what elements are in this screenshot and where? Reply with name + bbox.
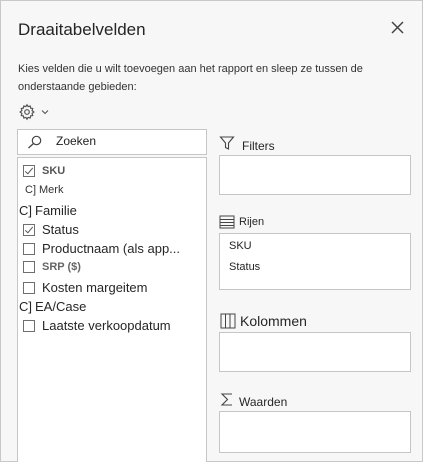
columns-icon xyxy=(220,313,236,329)
field-prefix-merk: C] xyxy=(25,184,36,196)
field-checkbox-laatste-verkoopdatum[interactable] xyxy=(23,319,35,332)
close-button[interactable] xyxy=(387,17,409,39)
values-drop-area[interactable] xyxy=(219,411,411,453)
field-item-familie[interactable]: C] Familie xyxy=(19,203,77,218)
columns-area-label: Kolommen xyxy=(240,313,307,329)
field-item-ea-case[interactable]: C] EA/Case xyxy=(19,299,86,314)
field-label-familie: Familie xyxy=(35,203,77,218)
sigma-icon xyxy=(220,393,232,406)
values-area-label: Waarden xyxy=(239,395,288,409)
field-list: SKU C] Merk C] Familie Status Productnaa… xyxy=(17,157,207,462)
filters-drop-area[interactable] xyxy=(219,155,411,195)
instructions-text: Kies velden die u wilt toevoegen aan het… xyxy=(18,63,363,93)
field-item-status[interactable]: Status xyxy=(23,222,79,237)
field-item-merk[interactable]: C] Merk xyxy=(25,184,63,196)
field-checkbox-kosten-margeitem[interactable] xyxy=(23,281,35,294)
field-label-ea-case: EA/Case xyxy=(35,299,87,314)
rows-icon xyxy=(219,215,235,229)
rows-area-label: Rijen xyxy=(239,216,265,228)
close-icon xyxy=(391,21,404,34)
field-prefix-ea-case: C] xyxy=(19,299,32,314)
pane-title: Draaitabelvelden xyxy=(18,20,146,39)
field-item-productnaam[interactable]: Productnaam (als app... xyxy=(23,241,180,256)
filters-area-label: Filters xyxy=(242,139,275,153)
field-label-srp: SRP ($) xyxy=(42,261,81,273)
rows-item-sku[interactable]: SKU xyxy=(229,240,252,252)
filter-icon xyxy=(219,136,235,150)
field-label-sku: SKU xyxy=(42,165,66,177)
field-prefix-familie: C] xyxy=(19,203,32,218)
field-label-status: Status xyxy=(42,222,79,237)
field-label-kosten-margeitem: Kosten margeitem xyxy=(42,280,148,295)
tools-button[interactable] xyxy=(18,102,52,122)
field-checkbox-sku[interactable] xyxy=(23,165,35,177)
field-item-kosten-margeitem[interactable]: Kosten margeitem xyxy=(23,280,148,295)
rows-item-status[interactable]: Status xyxy=(229,261,260,273)
field-checkbox-srp[interactable] xyxy=(23,261,35,273)
field-label-laatste-verkoopdatum: Laatste verkoopdatum xyxy=(42,318,171,333)
chevron-down-icon xyxy=(41,110,49,115)
field-search-box[interactable] xyxy=(17,129,207,155)
field-checkbox-productnaam[interactable] xyxy=(23,242,35,255)
columns-drop-area[interactable] xyxy=(219,332,411,372)
search-icon xyxy=(28,135,42,149)
field-item-laatste-verkoopdatum[interactable]: Laatste verkoopdatum xyxy=(23,318,171,333)
pivot-field-pane: Draaitabelvelden Kies velden die u wilt … xyxy=(0,0,423,462)
search-input[interactable] xyxy=(56,131,201,151)
field-label-productnaam: Productnaam (als app... xyxy=(42,241,181,256)
field-checkbox-status[interactable] xyxy=(23,223,35,236)
field-item-srp[interactable]: SRP ($) xyxy=(23,261,81,273)
field-label-merk: Merk xyxy=(39,184,64,196)
field-item-sku[interactable]: SKU xyxy=(23,165,65,177)
gear-icon xyxy=(19,103,35,121)
rows-drop-area[interactable]: SKU Status xyxy=(219,233,411,290)
